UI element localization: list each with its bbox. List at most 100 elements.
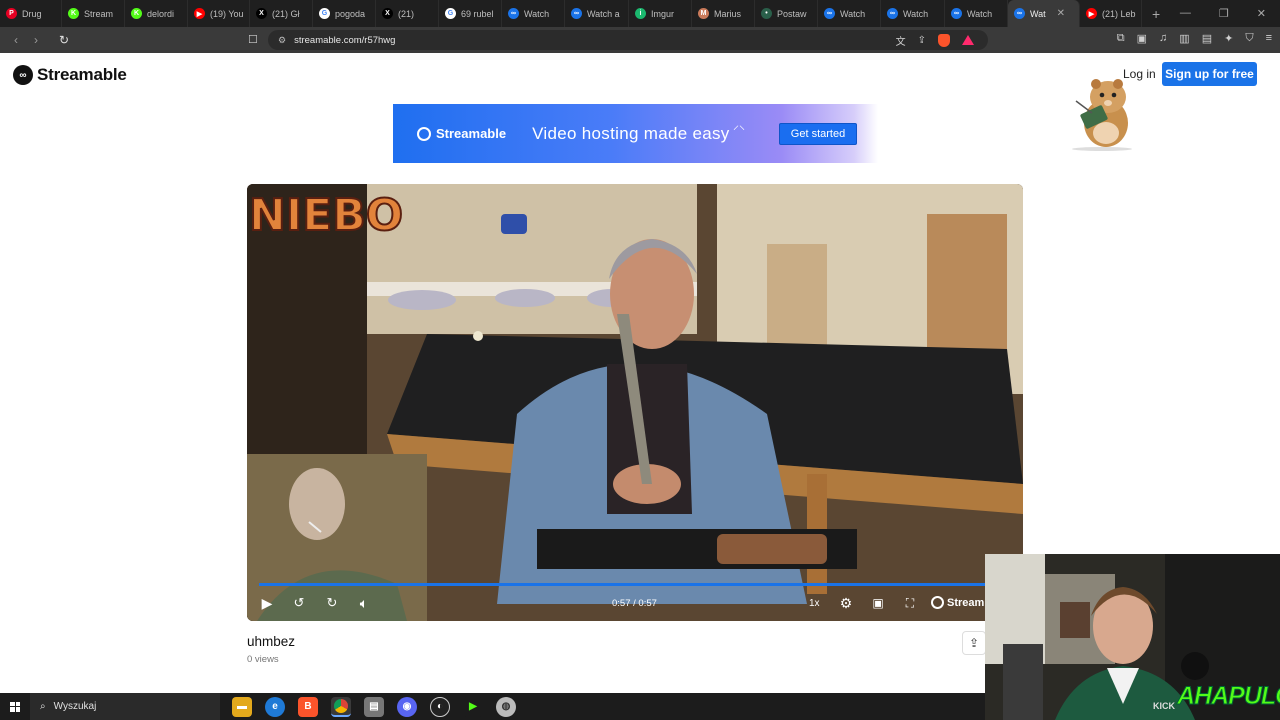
minimize-icon[interactable]: —: [1180, 7, 1191, 20]
streamer-handle: AHAPULCO: [1177, 682, 1280, 711]
tab-x[interactable]: X (21): [376, 0, 439, 27]
tab-list: P Drug K Stream Kdelordi ▶ (19) You X (21) Gł Gpo…: [0, 0, 1142, 27]
tab-google[interactable]: Gpogoda: [313, 0, 376, 27]
rewind-icon[interactable]: ↺: [289, 595, 309, 611]
youtube-icon: ▶: [194, 8, 205, 19]
niebo-overlay-text: NIEBO: [249, 190, 403, 241]
tab-kick[interactable]: K Stream: [62, 0, 125, 27]
back-icon[interactable]: ‹: [6, 33, 26, 47]
address-bar-actions: 文 ⇪: [896, 33, 988, 48]
picture-in-picture-icon[interactable]: ▣: [868, 595, 888, 611]
generic-icon: •: [761, 8, 772, 19]
fast-forward-icon[interactable]: ↻: [322, 595, 342, 611]
streamable-logo-icon: ∞: [13, 65, 33, 85]
tab-youtube[interactable]: ▶ (21) Leb: [1080, 0, 1142, 27]
tab-x[interactable]: X (21) Gł: [250, 0, 313, 27]
x-icon: X: [256, 8, 267, 19]
tab-title: Imgur: [651, 8, 675, 19]
tab-title: Watch: [524, 8, 550, 19]
tab-streamable[interactable]: ∞ Watch: [818, 0, 881, 27]
file-explorer-icon[interactable]: ▬: [232, 696, 252, 717]
edge-icon[interactable]: e: [265, 696, 285, 717]
video-frame: NIEBO: [247, 184, 1023, 621]
extensions-icon[interactable]: ⧉: [1117, 32, 1125, 45]
app-icon-2[interactable]: ◍: [496, 696, 516, 717]
fullscreen-icon[interactable]: ⛶: [900, 595, 920, 611]
bookmark-icon[interactable]: ☐: [248, 33, 258, 46]
x-icon: X: [382, 8, 393, 19]
ad-banner[interactable]: Streamable Video hosting made easy ⸝⸜ Ge…: [393, 104, 878, 163]
tab-profile[interactable]: M Marius: [692, 0, 755, 27]
app-icon[interactable]: ▤: [364, 696, 384, 717]
address-bar[interactable]: ⚙ streamable.com/r57hwg 文 ⇪: [268, 30, 988, 50]
browser-toolbar: ‹ › ↻ ☐ ⚙ streamable.com/r57hwg 文 ⇪ ⧉ ▣ …: [0, 27, 1280, 53]
tab-title: Postaw: [777, 8, 807, 19]
tab-streamable[interactable]: ∞ Wat ✕: [1008, 0, 1080, 27]
progress-bar[interactable]: [259, 583, 1011, 586]
brave-shield-icon[interactable]: [938, 33, 950, 47]
tab-google[interactable]: G 69 rubel: [439, 0, 502, 27]
translate-icon[interactable]: 文: [896, 33, 906, 48]
site-brand: Streamable: [37, 65, 127, 84]
tab-kick[interactable]: Kdelordi: [125, 0, 188, 27]
taskbar-search[interactable]: ⌕ Wyszukaj: [30, 693, 220, 720]
tab-title: Watch: [903, 8, 929, 19]
site-info-icon[interactable]: ⚙: [278, 35, 286, 46]
reload-icon[interactable]: ↻: [54, 33, 74, 47]
obs-icon[interactable]: ◐: [430, 696, 450, 717]
music-icon[interactable]: ♫: [1159, 32, 1167, 45]
new-tab-button[interactable]: +: [1142, 6, 1170, 22]
tab-streamable[interactable]: ∞ Watch a: [565, 0, 629, 27]
kick-app-icon[interactable]: ▶: [463, 696, 483, 717]
browser-tab-strip: P Drug K Stream Kdelordi ▶ (19) You X (21) Gł Gpo…: [0, 0, 1280, 27]
forward-icon[interactable]: ›: [26, 33, 46, 47]
tab-streamable[interactable]: ∞ Watch: [881, 0, 945, 27]
tab-title: (21): [398, 8, 415, 19]
tab-streamable[interactable]: ∞ Watch: [502, 0, 565, 27]
window-controls: — ❐ ✕: [1180, 7, 1280, 20]
youtube-icon: ▶: [1086, 8, 1097, 19]
volume-icon[interactable]: 🔈︎: [354, 595, 374, 611]
tab-title: Watch: [840, 8, 866, 19]
kick-label: KICK: [1153, 701, 1175, 711]
windows-taskbar: ⌕ Wyszukaj ▬ e B ▤ ◉ ◐ ▶ ◍: [0, 693, 985, 720]
play-icon[interactable]: ▶: [257, 595, 277, 611]
windows-logo-icon: [10, 701, 20, 712]
ad-get-started-button[interactable]: Get started: [779, 123, 857, 145]
site-logo[interactable]: ∞ Streamable: [13, 65, 127, 85]
menu-icon[interactable]: ≡: [1266, 32, 1272, 45]
close-icon[interactable]: ✕: [1257, 7, 1266, 20]
search-icon: ⌕: [40, 701, 46, 712]
streamable-icon: ∞: [1014, 8, 1025, 19]
tab-pinterest[interactable]: P Drug: [0, 0, 62, 27]
discord-icon[interactable]: ◉: [397, 696, 417, 717]
chrome-icon[interactable]: [331, 696, 351, 717]
settings-gear-icon[interactable]: ⚙: [836, 595, 856, 611]
kick-icon: K: [68, 8, 79, 19]
maximize-icon[interactable]: ❐: [1219, 7, 1229, 20]
brave-icon[interactable]: B: [298, 696, 318, 717]
tab-imgur[interactable]: i Imgur: [629, 0, 692, 27]
tab-youtube[interactable]: ▶ (19) You: [188, 0, 250, 27]
tab-title: (19) You: [210, 8, 244, 19]
wallet-icon[interactable]: ▤: [1202, 32, 1212, 45]
share-page-icon[interactable]: ⇪: [918, 35, 926, 46]
tab-title: Watch: [967, 8, 993, 19]
vpn-shield-icon[interactable]: ⛉: [1245, 32, 1253, 45]
share-button[interactable]: ⇪: [962, 631, 986, 655]
playback-speed[interactable]: 1x: [809, 598, 820, 609]
streamable-watermark[interactable]: Stream: [931, 596, 984, 609]
view-count: 0 views: [247, 654, 279, 665]
video-player[interactable]: NIEBO ▶ ↺ ↻ 🔈︎ 0:57 / 0:57 1x ⚙ ▣ ⛶ Stre…: [247, 184, 1023, 621]
leo-ai-icon[interactable]: ✦: [1224, 32, 1233, 45]
sidebar-icon[interactable]: ▥: [1179, 32, 1189, 45]
screenshot-icon[interactable]: ▣: [1137, 32, 1147, 45]
sparkle-icon: ⸝⸜: [733, 118, 746, 132]
close-tab-icon[interactable]: ✕: [1057, 8, 1065, 19]
streamable-icon: ∞: [951, 8, 962, 19]
signup-button[interactable]: Sign up for free: [1162, 62, 1257, 86]
start-button[interactable]: [0, 693, 30, 720]
tab-generic[interactable]: • Postaw: [755, 0, 818, 27]
tab-streamable[interactable]: ∞ Watch: [945, 0, 1008, 27]
brave-rewards-icon[interactable]: [962, 35, 974, 45]
